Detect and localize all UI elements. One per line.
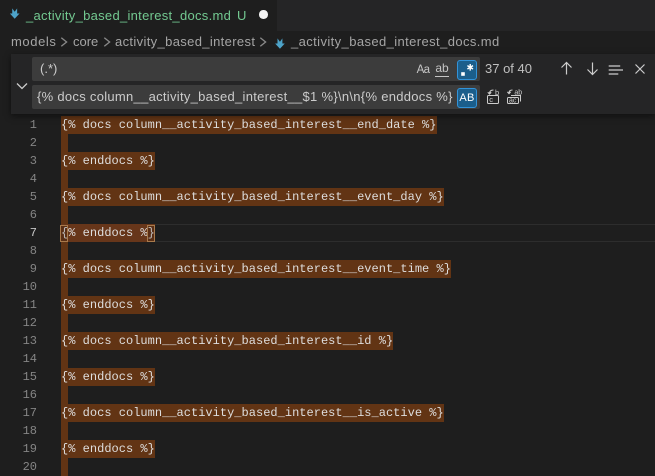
svg-text:b: b xyxy=(495,88,499,97)
svg-text:ab: ab xyxy=(514,90,522,97)
svg-text:ac: ac xyxy=(509,97,517,104)
svg-text:c: c xyxy=(489,95,493,104)
